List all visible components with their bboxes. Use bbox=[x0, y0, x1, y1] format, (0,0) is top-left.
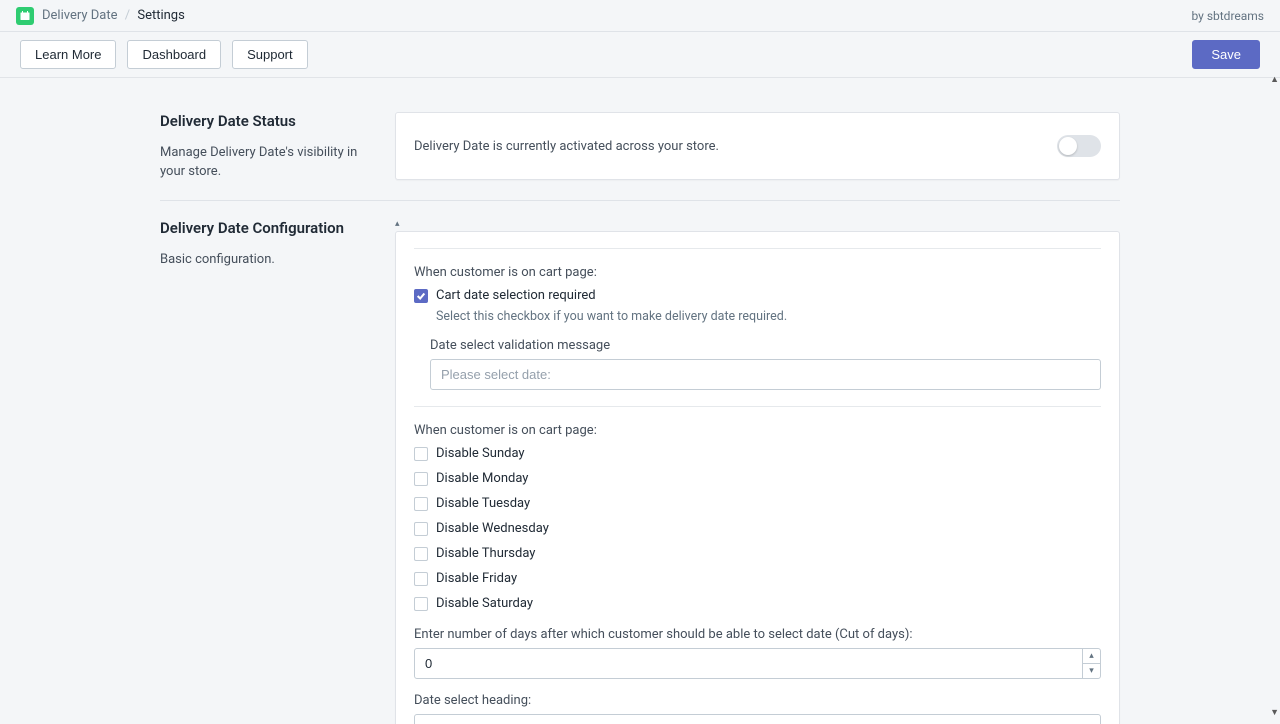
config-card: When customer is on cart page: Cart date… bbox=[395, 231, 1120, 724]
heading-input[interactable] bbox=[414, 714, 1101, 724]
breadcrumb: Delivery Date / Settings bbox=[42, 8, 185, 23]
breadcrumb-current: Settings bbox=[137, 8, 184, 23]
disable-monday-row: Disable Monday bbox=[414, 471, 1101, 486]
day-list: Disable Sunday Disable Monday Disable Tu… bbox=[414, 446, 1101, 611]
inner-divider-2 bbox=[414, 406, 1101, 407]
disable-friday-checkbox[interactable] bbox=[414, 572, 428, 586]
inner-divider-1 bbox=[414, 248, 1101, 249]
disable-saturday-label: Disable Saturday bbox=[436, 596, 533, 611]
page-content: Delivery Date Status Manage Delivery Dat… bbox=[160, 78, 1120, 724]
disable-thursday-row: Disable Thursday bbox=[414, 546, 1101, 561]
scroll-arrow-up-icon: ▲ bbox=[1270, 74, 1279, 85]
validation-input[interactable] bbox=[430, 359, 1101, 390]
disable-thursday-checkbox[interactable] bbox=[414, 547, 428, 561]
heading-label: Date select heading: bbox=[414, 693, 1101, 708]
toggle-knob bbox=[1059, 137, 1077, 155]
disable-sunday-label: Disable Sunday bbox=[436, 446, 525, 461]
learn-more-button[interactable]: Learn More bbox=[20, 40, 116, 69]
disable-saturday-row: Disable Saturday bbox=[414, 596, 1101, 611]
disable-saturday-checkbox[interactable] bbox=[414, 597, 428, 611]
config-section: Delivery Date Configuration Basic config… bbox=[160, 201, 1120, 724]
disable-friday-label: Disable Friday bbox=[436, 571, 517, 586]
disable-sunday-checkbox[interactable] bbox=[414, 447, 428, 461]
disable-tuesday-checkbox[interactable] bbox=[414, 497, 428, 511]
cutoff-spinner-up[interactable]: ▴ bbox=[1083, 649, 1100, 664]
config-title: Delivery Date Configuration bbox=[160, 219, 375, 237]
cutoff-spinner: ▴ ▾ bbox=[1082, 649, 1100, 678]
status-card: Delivery Date is currently activated acr… bbox=[395, 112, 1120, 180]
breadcrumb-app[interactable]: Delivery Date bbox=[42, 8, 118, 23]
main-scroll[interactable]: Delivery Date Status Manage Delivery Dat… bbox=[0, 78, 1280, 724]
days-group-label: When customer is on cart page: bbox=[414, 423, 1101, 438]
app-icon bbox=[16, 7, 34, 25]
byline: by sbtdreams bbox=[1191, 9, 1264, 23]
disable-thursday-label: Disable Thursday bbox=[436, 546, 535, 561]
support-button[interactable]: Support bbox=[232, 40, 308, 69]
scroll-arrow-down-icon: ▼ bbox=[1270, 707, 1279, 718]
cart-required-row: Cart date selection required bbox=[414, 288, 1101, 303]
breadcrumb-separator: / bbox=[125, 8, 130, 23]
cart-required-checkbox[interactable] bbox=[414, 289, 428, 303]
dashboard-button[interactable]: Dashboard bbox=[127, 40, 221, 69]
status-desc: Manage Delivery Date's visibility in you… bbox=[160, 144, 375, 182]
save-button[interactable]: Save bbox=[1192, 40, 1260, 69]
status-toggle[interactable] bbox=[1057, 135, 1101, 157]
disable-monday-label: Disable Monday bbox=[436, 471, 528, 486]
disable-monday-checkbox[interactable] bbox=[414, 472, 428, 486]
disable-wednesday-checkbox[interactable] bbox=[414, 522, 428, 536]
disable-wednesday-row: Disable Wednesday bbox=[414, 521, 1101, 536]
cart-required-label: Cart date selection required bbox=[436, 288, 596, 303]
topbar: Delivery Date / Settings by sbtdreams bbox=[0, 0, 1280, 32]
status-title: Delivery Date Status bbox=[160, 112, 375, 130]
validation-label: Date select validation message bbox=[430, 338, 1101, 353]
status-section: Delivery Date Status Manage Delivery Dat… bbox=[160, 94, 1120, 200]
cart-group-label: When customer is on cart page: bbox=[414, 265, 1101, 280]
cutoff-label: Enter number of days after which custome… bbox=[414, 627, 1101, 642]
cutoff-input[interactable] bbox=[414, 648, 1101, 679]
cutoff-spinner-down[interactable]: ▾ bbox=[1083, 664, 1100, 678]
toolbar: Learn More Dashboard Support Save bbox=[0, 32, 1280, 78]
disable-sunday-row: Disable Sunday bbox=[414, 446, 1101, 461]
config-desc: Basic configuration. bbox=[160, 251, 375, 270]
disable-tuesday-label: Disable Tuesday bbox=[436, 496, 530, 511]
card-caret: ▴ bbox=[395, 219, 1120, 229]
status-text: Delivery Date is currently activated acr… bbox=[414, 139, 1057, 154]
disable-wednesday-label: Disable Wednesday bbox=[436, 521, 549, 536]
disable-tuesday-row: Disable Tuesday bbox=[414, 496, 1101, 511]
cart-required-help: Select this checkbox if you want to make… bbox=[436, 309, 1101, 324]
disable-friday-row: Disable Friday bbox=[414, 571, 1101, 586]
